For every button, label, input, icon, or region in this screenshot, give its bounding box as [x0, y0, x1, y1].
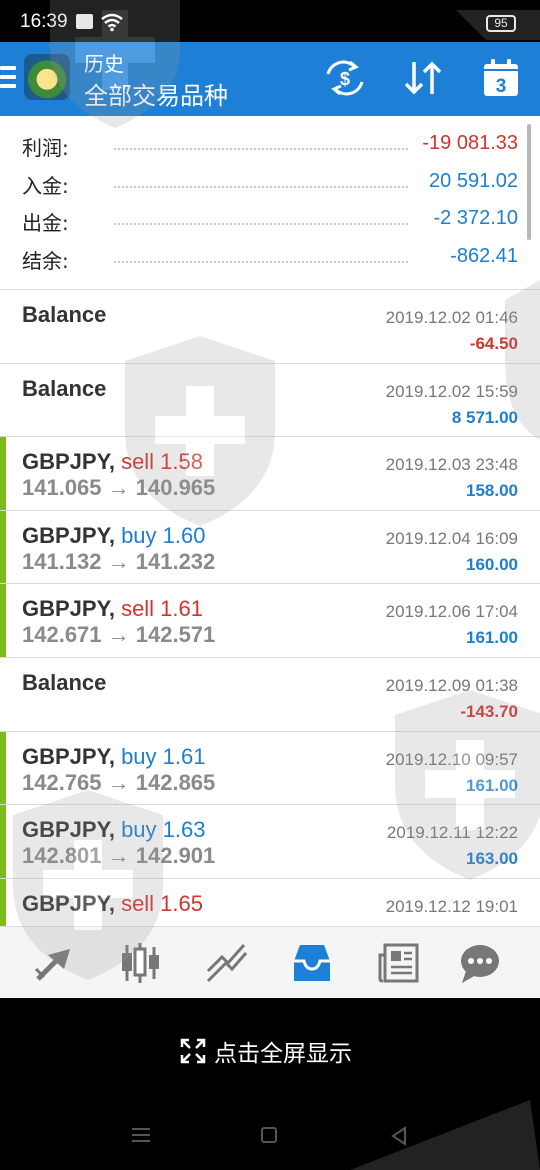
- calendar-day: 3: [496, 76, 507, 97]
- calendar-icon[interactable]: 3: [482, 58, 520, 98]
- deal-date: 2019.12.02 01:46: [385, 308, 518, 327]
- deal-prices: 141.132 → 141.232: [22, 548, 216, 574]
- deal-row[interactable]: Balance 2019.12.09 01:38 -143.70: [0, 658, 540, 732]
- header-title[interactable]: 全部交易品种: [84, 76, 228, 111]
- deal-date: 2019.12.03 23:48: [385, 455, 518, 475]
- deal-symbol: Balance: [22, 375, 107, 401]
- trade-icon[interactable]: [204, 941, 248, 985]
- deal-symbol: GBPJPY, sell 1.65: [22, 890, 204, 916]
- summary-value: -862.41: [450, 245, 518, 267]
- deal-symbol: GBPJPY, buy 1.60: [22, 522, 206, 548]
- wifi-icon: [101, 13, 123, 32]
- deal-symbol: GBPJPY, buy 1.61: [22, 743, 206, 769]
- summary-panel: 利润: -19 081.33 入金: 20 591.02 出金: -2 372.…: [0, 116, 540, 290]
- deal-side: sell 1.61: [121, 596, 204, 622]
- summary-row-balance: 结余: -862.41: [22, 245, 518, 283]
- bottom-navigation: [0, 926, 540, 998]
- deal-side: buy 1.60: [121, 522, 206, 548]
- quotes-icon[interactable]: [32, 941, 76, 985]
- deal-date: 2019.12.04 16:09: [385, 528, 518, 548]
- deal-profit: 8 571.00: [451, 407, 518, 427]
- home-icon[interactable]: [261, 1127, 277, 1143]
- summary-label: 利润:: [22, 136, 69, 160]
- deal-date: 2019.12.12 19:01: [385, 896, 518, 916]
- deal-row[interactable]: Balance 2019.12.02 01:46 -64.50: [0, 290, 540, 364]
- deal-date: 2019.12.06 17:04: [385, 602, 518, 622]
- deal-list: Balance 2019.12.02 01:46 -64.50 Balance …: [0, 290, 540, 926]
- deal-symbol: Balance: [22, 669, 107, 695]
- chart-icon[interactable]: [118, 941, 162, 985]
- deal-date: 2019.12.10 09:57: [385, 749, 518, 769]
- summary-value: -2 372.10: [433, 207, 518, 229]
- deal-profit: -143.70: [460, 701, 518, 721]
- history-icon[interactable]: [290, 941, 334, 985]
- deal-profit: 161.00: [466, 628, 518, 648]
- deal-side: buy 1.61: [121, 743, 206, 769]
- deal-row[interactable]: GBPJPY, sell 1.58 141.065 → 140.965 2019…: [0, 437, 540, 511]
- fullscreen-hint-text: 点击全屏显示: [214, 1041, 352, 1067]
- leader-dots: [114, 186, 408, 188]
- leader-dots: [114, 261, 408, 263]
- deal-prices: 142.765 → 142.865: [22, 769, 216, 795]
- scrollbar[interactable]: [527, 124, 531, 240]
- summary-value: 20 591.02: [429, 170, 518, 192]
- summary-row-profit: 利润: -19 081.33: [22, 132, 518, 170]
- back-icon[interactable]: [390, 1126, 408, 1146]
- deal-symbol: GBPJPY, sell 1.61: [22, 596, 204, 622]
- summary-label: 结余:: [22, 249, 69, 273]
- summary-label: 入金:: [22, 174, 69, 198]
- deal-profit: 161.00: [466, 775, 518, 795]
- svg-text:$: $: [340, 69, 350, 89]
- deal-profit: 163.00: [466, 849, 518, 869]
- leader-dots: [114, 148, 408, 150]
- deal-row[interactable]: GBPJPY, sell 1.61 142.671 → 142.571 2019…: [0, 584, 540, 658]
- deal-side: buy 1.63: [121, 817, 206, 843]
- summary-value: -19 081.33: [422, 132, 518, 154]
- status-bar: 16:39 95: [0, 0, 540, 42]
- fullscreen-hint[interactable]: 点击全屏显示: [0, 998, 540, 1098]
- deal-symbol: GBPJPY, buy 1.63: [22, 817, 206, 843]
- chat-icon[interactable]: [458, 941, 502, 985]
- header-subtitle: 历史: [84, 52, 124, 76]
- deal-profit: 158.00: [466, 481, 518, 501]
- recent-apps-icon[interactable]: [132, 1128, 150, 1146]
- battery-indicator: 95: [486, 15, 516, 32]
- deal-date: 2019.12.09 01:38: [385, 675, 518, 695]
- deal-row[interactable]: Balance 2019.12.02 15:59 8 571.00: [0, 364, 540, 438]
- deal-date: 2019.12.02 15:59: [385, 381, 518, 401]
- deal-row[interactable]: GBPJPY, buy 1.60 141.132 → 141.232 2019.…: [0, 510, 540, 585]
- status-time: 16:39: [20, 11, 68, 32]
- deal-profit: 160.00: [466, 554, 518, 574]
- menu-icon[interactable]: [0, 66, 16, 93]
- app-logo[interactable]: [24, 54, 70, 100]
- fullscreen-icon: [180, 1038, 206, 1064]
- deal-side: sell 1.65: [121, 890, 204, 916]
- deal-date: 2019.12.11 12:22: [386, 823, 518, 843]
- news-icon[interactable]: [377, 941, 421, 985]
- deal-prices: 142.671 → 142.571: [22, 622, 216, 648]
- system-nav-bar: [0, 1098, 540, 1170]
- deal-row[interactable]: GBPJPY, buy 1.61 142.765 → 142.865 2019.…: [0, 731, 540, 806]
- deal-symbol: Balance: [22, 302, 107, 327]
- app-header: 历史 全部交易品种 $ 3: [0, 42, 540, 116]
- deal-row[interactable]: GBPJPY, buy 1.63 142.801 → 142.901 2019.…: [0, 805, 540, 879]
- deal-symbol: GBPJPY, sell 1.58: [22, 449, 204, 475]
- deal-prices: 141.065 → 140.965: [22, 475, 216, 501]
- sort-icon[interactable]: [402, 58, 444, 98]
- deal-profit: -64.50: [469, 334, 518, 353]
- deal-row[interactable]: GBPJPY, sell 1.65 2019.12.12 19:01: [0, 878, 540, 926]
- leader-dots: [114, 223, 408, 225]
- exchange-icon[interactable]: $: [324, 58, 366, 98]
- summary-label: 出金:: [22, 211, 69, 235]
- summary-row-deposit: 入金: 20 591.02: [22, 170, 518, 208]
- sim-icon: [76, 14, 93, 29]
- summary-row-withdrawal: 出金: -2 372.10: [22, 207, 518, 245]
- deal-side: sell 1.58: [121, 449, 204, 475]
- deal-prices: 142.801 → 142.901: [22, 843, 216, 869]
- history-content[interactable]: 利润: -19 081.33 入金: 20 591.02 出金: -2 372.…: [0, 116, 540, 926]
